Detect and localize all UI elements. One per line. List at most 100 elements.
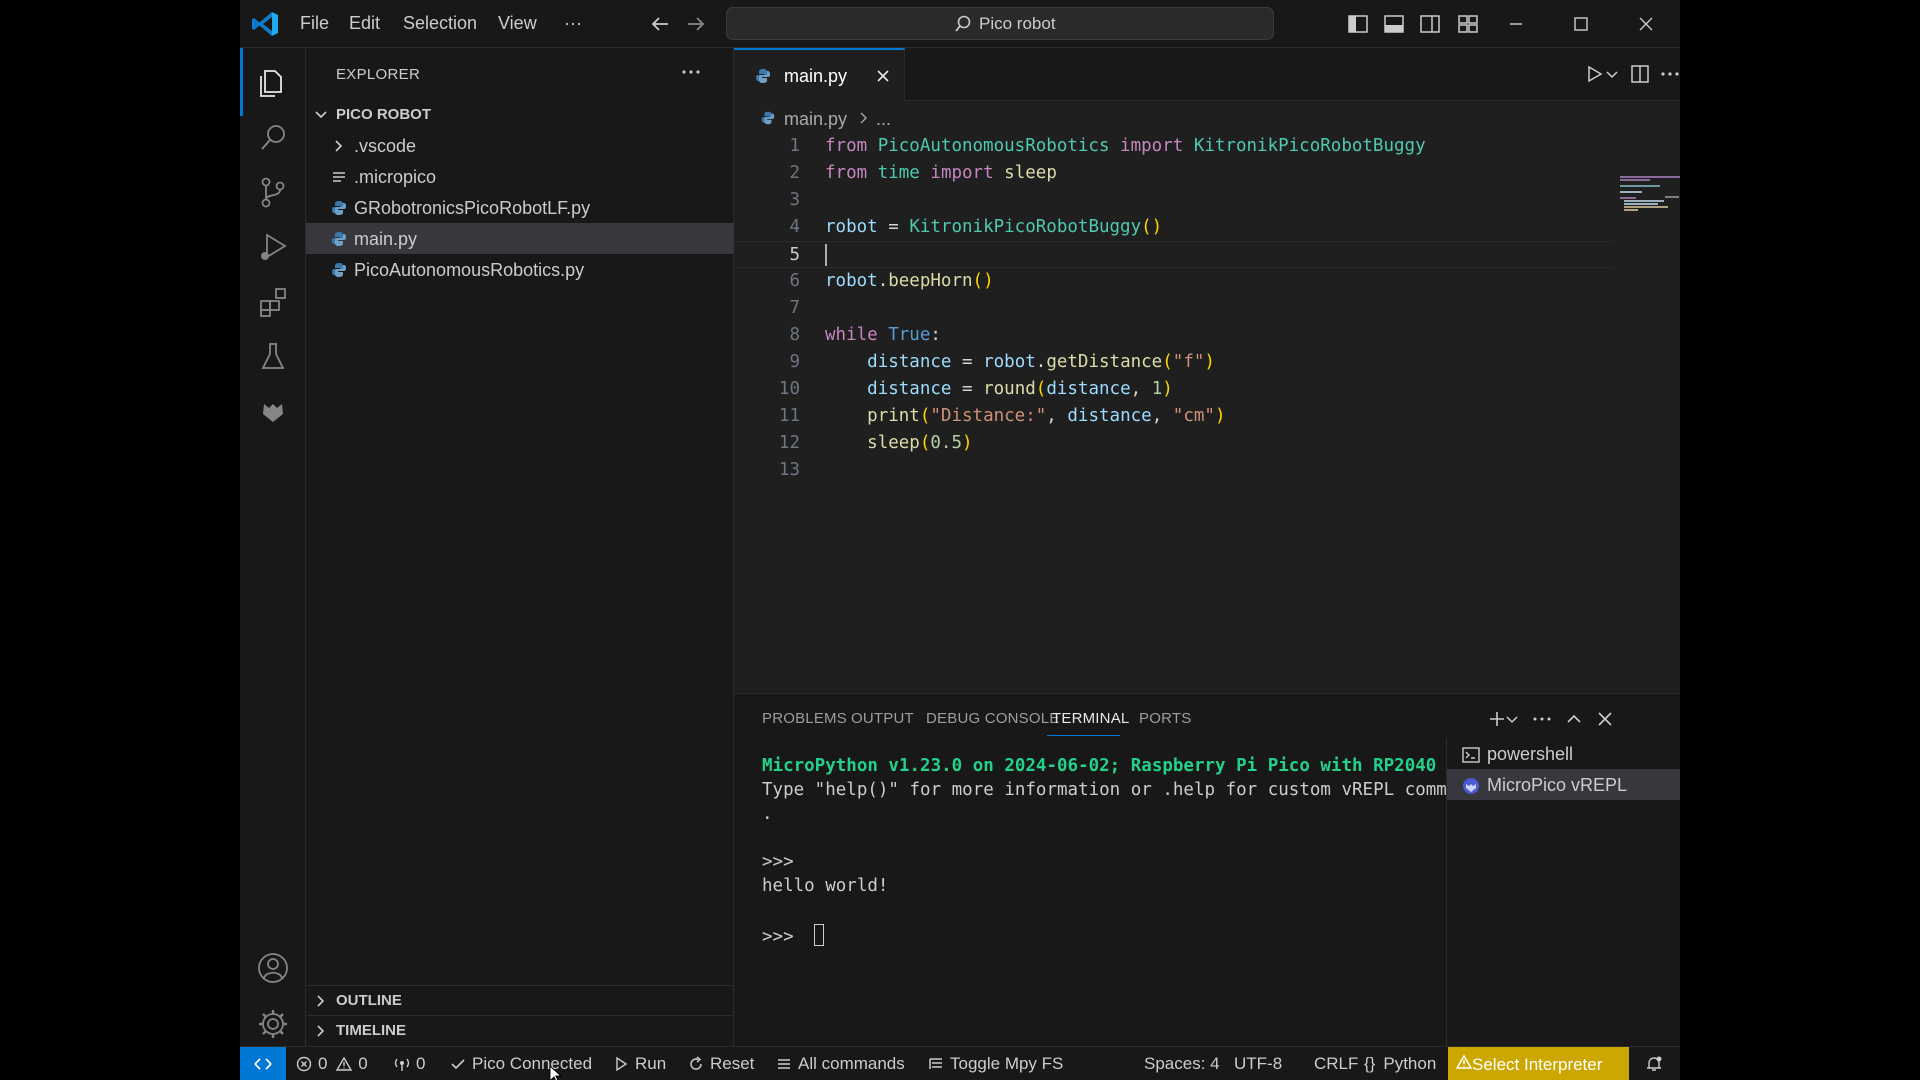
reset-button[interactable]: Reset xyxy=(688,1054,754,1074)
close-panel-icon[interactable] xyxy=(1594,708,1616,730)
ports-indicator[interactable]: 0 xyxy=(394,1054,425,1074)
line-number: 9 xyxy=(789,352,800,372)
list-icon xyxy=(778,1059,790,1069)
language-label: Python xyxy=(1383,1054,1437,1073)
search-icon[interactable] xyxy=(253,118,293,158)
tab-problems[interactable]: PROBLEMS xyxy=(762,710,847,727)
toggle-secondary-sidebar-icon[interactable] xyxy=(1418,12,1442,36)
timeline-section[interactable]: TIMELINE xyxy=(306,1015,734,1045)
micropico-icon[interactable] xyxy=(253,390,293,430)
run-python-file-icon[interactable] xyxy=(1582,62,1606,86)
tree-item-grobotronics-file[interactable]: GRobotronicsPicoRobotLF.py xyxy=(306,192,734,223)
line-content: distance = round(distance, 1) xyxy=(867,379,1173,399)
tree-item-micropico-file[interactable]: .micropico xyxy=(306,161,734,192)
warning-icon xyxy=(1455,1054,1473,1069)
maximize-icon[interactable] xyxy=(1567,10,1595,38)
code-editor[interactable]: 1 from PicoAutonomousRobotics import Kit… xyxy=(734,133,1680,603)
python-file-icon xyxy=(332,263,346,277)
chevron-right-icon xyxy=(317,995,325,1007)
tree-item-picoautonomous-file[interactable]: PicoAutonomousRobotics.py xyxy=(306,254,734,285)
menu-view[interactable]: View xyxy=(498,13,537,34)
code-line: 1 from PicoAutonomousRobotics import Kit… xyxy=(734,133,1614,160)
outline-section[interactable]: OUTLINE xyxy=(306,985,734,1015)
toggle-mpy-fs-button[interactable]: Toggle Mpy FS xyxy=(928,1054,1063,1074)
language-mode[interactable]: {} Python xyxy=(1364,1054,1436,1074)
code-line-current: 5 xyxy=(734,241,1614,268)
tree-item-label: GRobotronicsPicoRobotLF.py xyxy=(354,198,591,218)
line-number: 8 xyxy=(789,325,800,345)
maximize-panel-chevron-up-icon[interactable] xyxy=(1563,708,1585,730)
split-editor-icon[interactable] xyxy=(1628,62,1652,86)
encoding-status[interactable]: UTF-8 xyxy=(1234,1054,1282,1074)
active-indicator xyxy=(240,48,243,116)
minimap[interactable] xyxy=(1618,174,1680,214)
select-interpreter-button[interactable]: Select Interpreter xyxy=(1448,1047,1629,1080)
terminal-item-micropico-vrepl[interactable]: MicroPico vREPL xyxy=(1447,769,1680,800)
bottom-panel: PROBLEMS OUTPUT DEBUG CONSOLE TERMINAL P… xyxy=(734,693,1680,1047)
menu-more[interactable]: ··· xyxy=(564,13,582,34)
tree-item-vscode-folder[interactable]: .vscode xyxy=(306,130,734,161)
line-number: 1 xyxy=(789,136,800,156)
toggle-primary-sidebar-icon[interactable] xyxy=(1346,12,1370,36)
extensions-icon[interactable] xyxy=(253,282,293,322)
explorer-icon[interactable] xyxy=(253,62,293,102)
warning-icon xyxy=(335,1056,353,1071)
python-file-icon xyxy=(756,69,770,83)
python-file-icon xyxy=(761,111,775,125)
pico-connected-status[interactable]: Pico Connected xyxy=(450,1054,592,1074)
run-dropdown-chevron-icon[interactable] xyxy=(1604,62,1620,86)
menu-selection[interactable]: Selection xyxy=(403,13,477,34)
run-and-debug-icon[interactable] xyxy=(253,226,293,266)
source-control-icon[interactable] xyxy=(253,172,293,212)
minimize-icon[interactable] xyxy=(1502,10,1530,38)
more-actions-icon[interactable] xyxy=(1658,62,1680,86)
breadcrumb-file[interactable]: main.py xyxy=(784,109,847,130)
eol-status[interactable]: CRLF xyxy=(1314,1054,1358,1074)
all-commands-button[interactable]: All commands xyxy=(776,1054,905,1074)
indentation-status[interactable]: Spaces: 4 xyxy=(1144,1054,1220,1074)
tab-ports[interactable]: PORTS xyxy=(1139,710,1191,727)
command-center-search[interactable]: Pico robot xyxy=(726,7,1274,40)
forward-arrow-icon[interactable] xyxy=(682,10,710,38)
close-icon[interactable] xyxy=(874,67,892,85)
text-file-icon xyxy=(333,172,345,182)
testing-flask-icon[interactable] xyxy=(253,336,293,376)
tab-terminal[interactable]: TERMINAL xyxy=(1052,710,1129,727)
remote-indicator[interactable] xyxy=(240,1047,286,1080)
close-window-icon[interactable] xyxy=(1632,10,1660,38)
tab-output[interactable]: OUTPUT xyxy=(851,710,914,727)
code-line: 7 xyxy=(734,295,1614,322)
tab-debug-console[interactable]: DEBUG CONSOLE xyxy=(926,710,1059,727)
notifications-bell-icon[interactable] xyxy=(1645,1055,1663,1073)
chevron-right-icon xyxy=(317,1025,325,1037)
terminal-list: powershell MicroPico vREPL xyxy=(1446,738,1680,1047)
tree-item-main-py[interactable]: main.py xyxy=(306,223,734,254)
line-number: 10 xyxy=(778,379,800,399)
breadcrumb-symbol[interactable]: ... xyxy=(876,109,891,130)
toggle-panel-icon[interactable] xyxy=(1382,12,1406,36)
chevron-down-icon xyxy=(315,111,327,119)
customize-layout-icon[interactable] xyxy=(1456,12,1480,36)
activity-bar xyxy=(240,48,306,1046)
back-arrow-icon[interactable] xyxy=(646,10,674,38)
menu-file[interactable]: File xyxy=(300,13,329,34)
chevron-right-icon xyxy=(860,112,867,124)
error-count: 0 xyxy=(318,1054,328,1073)
ports-count: 0 xyxy=(416,1054,426,1073)
terminal-output[interactable]: MicroPython v1.23.0 on 2024-06-02; Raspb… xyxy=(734,744,1524,1044)
workspace-folder-header[interactable]: PICO ROBOT xyxy=(306,100,734,130)
account-icon[interactable] xyxy=(253,948,293,988)
menu-edit[interactable]: Edit xyxy=(349,13,380,34)
more-actions-icon[interactable] xyxy=(1531,708,1553,730)
editor-area: main.py main.py ... 1 from PicoAutonomou… xyxy=(734,48,1680,693)
run-label: Run xyxy=(635,1054,667,1073)
terminal-cursor xyxy=(814,924,825,946)
more-actions-icon[interactable] xyxy=(678,62,704,82)
settings-gear-icon[interactable] xyxy=(253,1004,293,1044)
tab-main-py[interactable]: main.py xyxy=(734,48,905,101)
terminal-dropdown-chevron-icon[interactable] xyxy=(1504,708,1520,730)
run-button[interactable]: Run xyxy=(613,1054,666,1074)
terminal-item-powershell[interactable]: powershell xyxy=(1447,738,1680,769)
problems-indicator[interactable]: 0 0 xyxy=(296,1054,368,1074)
terminal-line: . xyxy=(762,804,773,824)
